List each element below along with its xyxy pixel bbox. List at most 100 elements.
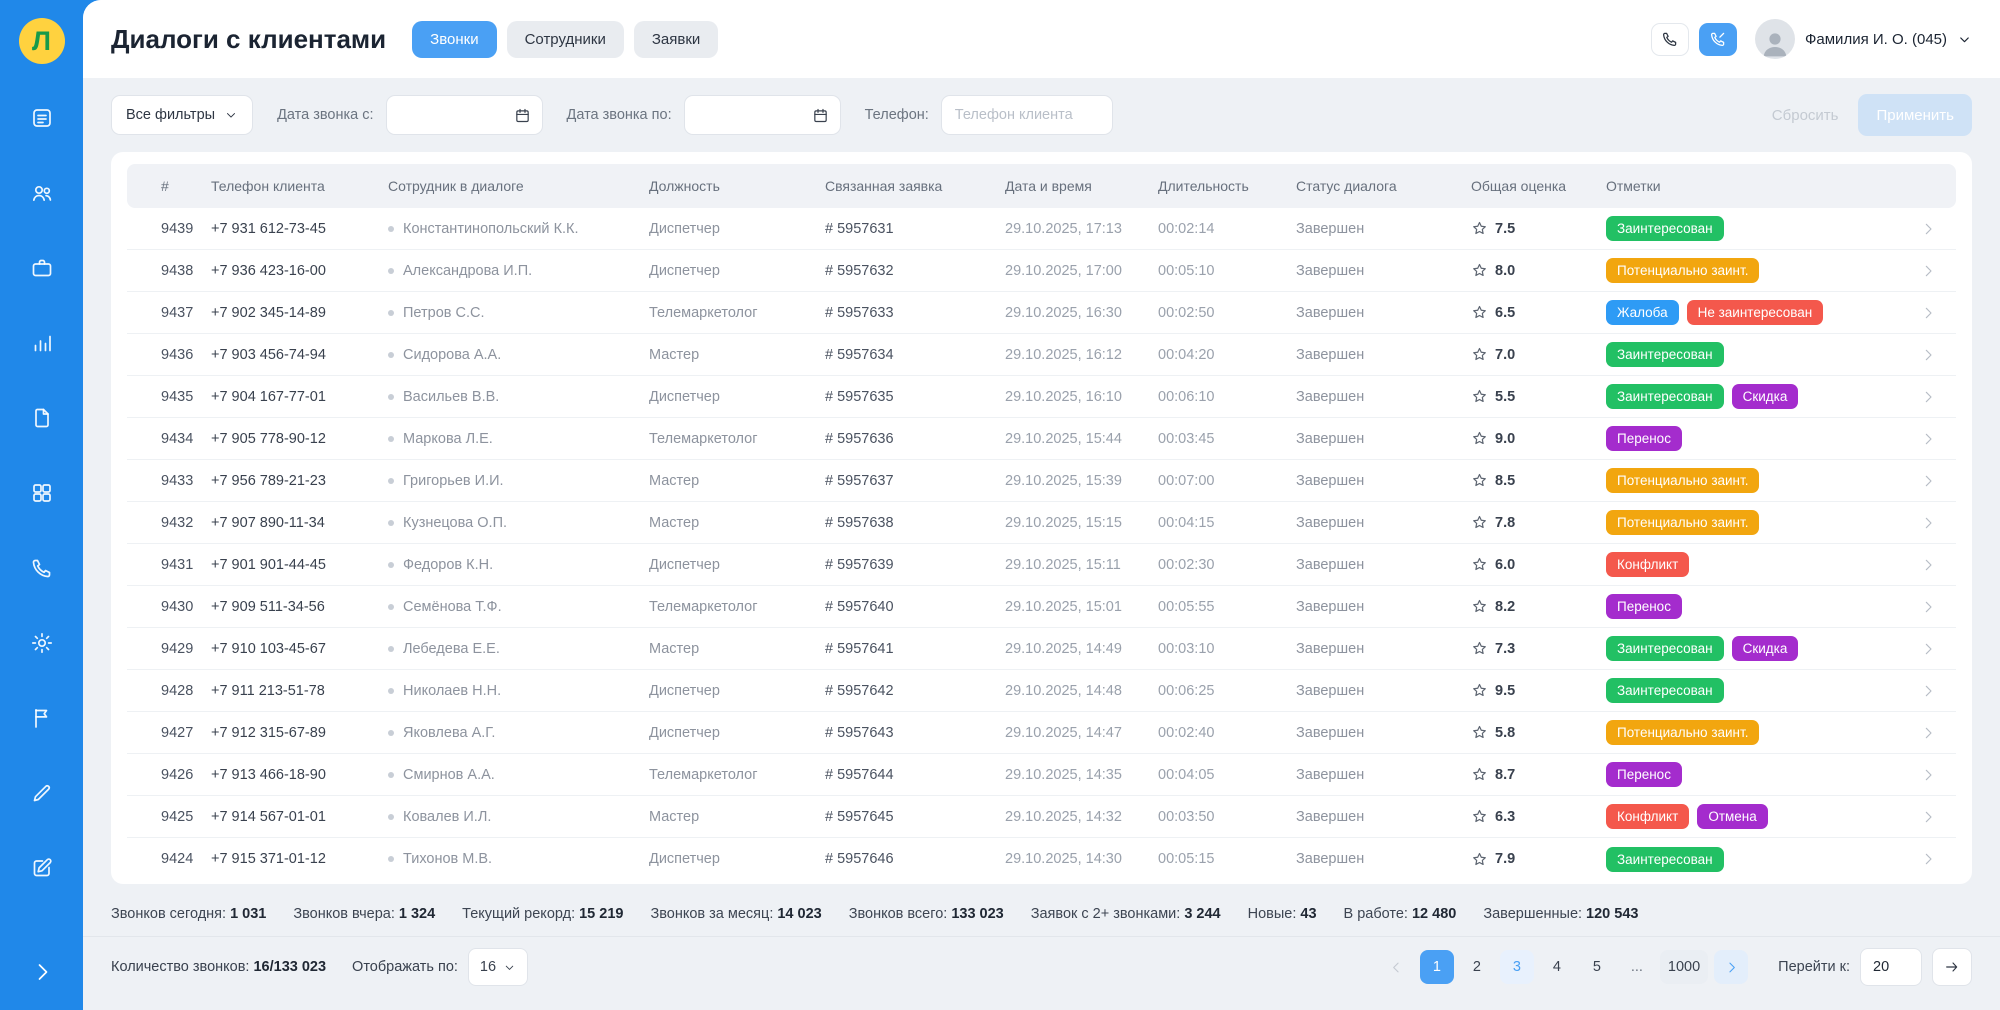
all-filters-button[interactable]: Все фильтры: [111, 95, 253, 135]
cell-status: Завершен: [1296, 515, 1471, 531]
page-button-3[interactable]: 3: [1500, 950, 1534, 984]
cell-tags: Заинтересован: [1606, 678, 1908, 703]
date-to-input[interactable]: [696, 106, 804, 124]
reset-button[interactable]: Сбросить: [1764, 97, 1847, 134]
sidebar-item-pen[interactable]: [30, 781, 54, 805]
row-chevron-icon[interactable]: [1908, 515, 1956, 531]
page-button-4[interactable]: 4: [1540, 950, 1574, 984]
calendar-icon[interactable]: [812, 107, 829, 124]
user-menu[interactable]: Фамилия И. О. (045): [1755, 19, 1972, 59]
table-row[interactable]: 9426+7 913 466-18-90Смирнов А.А.Телемарк…: [127, 754, 1956, 796]
page-button-5[interactable]: 5: [1580, 950, 1614, 984]
star-icon: [1471, 472, 1488, 489]
cell-datetime: 29.10.2025, 14:48: [1005, 683, 1158, 699]
sidebar-collapse-button[interactable]: [30, 960, 54, 984]
cell-ticket: # 5957638: [825, 515, 1005, 531]
per-page-select[interactable]: 16: [468, 948, 528, 986]
row-chevron-icon[interactable]: [1908, 641, 1956, 657]
row-chevron-icon[interactable]: [1908, 767, 1956, 783]
cell-status: Завершен: [1296, 389, 1471, 405]
column-header-6: Длительность: [1158, 178, 1296, 194]
table-row[interactable]: 9424+7 915 371-01-12Тихонов М.В.Диспетче…: [127, 838, 1956, 880]
table-row[interactable]: 9439+7 931 612-73-45Константинопольский …: [127, 208, 1956, 250]
tab-employees[interactable]: Сотрудники: [507, 21, 624, 58]
row-chevron-icon[interactable]: [1908, 347, 1956, 363]
table-row[interactable]: 9431+7 901 901-44-45Федоров К.Н.Диспетче…: [127, 544, 1956, 586]
sidebar-item-feed[interactable]: [30, 106, 54, 130]
table-row[interactable]: 9425+7 914 567-01-01Ковалев И.Л.Мастер# …: [127, 796, 1956, 838]
sidebar-item-briefcase[interactable]: [30, 256, 54, 280]
sidebar-item-gear[interactable]: [30, 631, 54, 655]
app-logo[interactable]: Л: [19, 18, 65, 64]
row-chevron-icon[interactable]: [1908, 263, 1956, 279]
page-button-2[interactable]: 2: [1460, 950, 1494, 984]
tag-badge: Скидка: [1732, 384, 1799, 409]
sidebar-item-phone[interactable]: [30, 556, 54, 580]
table-row[interactable]: 9434+7 905 778-90-12Маркова Л.Е.Телемарк…: [127, 418, 1956, 460]
apply-button[interactable]: Применить: [1858, 94, 1972, 136]
row-chevron-icon[interactable]: [1908, 683, 1956, 699]
table-row[interactable]: 9429+7 910 103-45-67Лебедева Е.Е.Мастер#…: [127, 628, 1956, 670]
table-row[interactable]: 9430+7 909 511-34-56Семёнова Т.Ф.Телемар…: [127, 586, 1956, 628]
prev-page-button[interactable]: [1380, 950, 1414, 984]
cell-duration: 00:02:40: [1158, 725, 1296, 741]
goto-page-input[interactable]: [1860, 948, 1922, 986]
sidebar-item-apps[interactable]: [30, 481, 54, 505]
row-chevron-icon[interactable]: [1908, 851, 1956, 867]
tag-badge: Потенциально заинт.: [1606, 720, 1759, 745]
table-row[interactable]: 9432+7 907 890-11-34Кузнецова О.П.Мастер…: [127, 502, 1956, 544]
table-row[interactable]: 9428+7 911 213-51-78Николаев Н.Н.Диспетч…: [127, 670, 1956, 712]
cell-row-id: 9430: [127, 599, 211, 615]
tag-badge: Конфликт: [1606, 804, 1689, 829]
row-chevron-icon[interactable]: [1908, 473, 1956, 489]
date-from-input[interactable]: [398, 106, 506, 124]
employee-status-dot: [388, 352, 394, 358]
stat-item: Звонков сегодня:1 031: [111, 906, 266, 922]
cell-tags: Заинтересован: [1606, 216, 1908, 241]
row-chevron-icon[interactable]: [1908, 809, 1956, 825]
cell-tags: Потенциально заинт.: [1606, 258, 1908, 283]
sidebar-item-document[interactable]: [30, 406, 54, 430]
row-chevron-icon[interactable]: [1908, 599, 1956, 615]
cell-position: Телемаркетолог: [649, 767, 825, 783]
row-chevron-icon[interactable]: [1908, 305, 1956, 321]
table-header-row: #Телефон клиентаСотрудник в диалогеДолжн…: [127, 164, 1956, 208]
cell-position: Мастер: [649, 641, 825, 657]
page-button-1000[interactable]: 1000: [1660, 950, 1708, 984]
phone-button[interactable]: [1651, 23, 1689, 56]
row-chevron-icon[interactable]: [1908, 389, 1956, 405]
sidebar-item-edit[interactable]: [30, 856, 54, 880]
tab-tickets[interactable]: Заявки: [634, 21, 718, 58]
table-row[interactable]: 9433+7 956 789-21-23Григорьев И.И.Мастер…: [127, 460, 1956, 502]
phone-filter-input[interactable]: [953, 106, 1101, 124]
row-chevron-icon[interactable]: [1908, 221, 1956, 237]
cell-rating: 7.0: [1471, 346, 1606, 363]
row-chevron-icon[interactable]: [1908, 725, 1956, 741]
next-page-button[interactable]: [1714, 950, 1748, 984]
table-row[interactable]: 9435+7 904 167-77-01Васильев В.В.Диспетч…: [127, 376, 1956, 418]
table-row[interactable]: 9436+7 903 456-74-94Сидорова А.А.Мастер#…: [127, 334, 1956, 376]
cell-row-id: 9429: [127, 641, 211, 657]
table-row[interactable]: 9427+7 912 315-67-89Яковлева А.Г.Диспетч…: [127, 712, 1956, 754]
table-row[interactable]: 9438+7 936 423-16-00Александрова И.П.Дис…: [127, 250, 1956, 292]
column-header-4: Связанная заявка: [825, 178, 1005, 194]
sidebar-item-users[interactable]: [30, 181, 54, 205]
sidebar-item-flag[interactable]: [30, 706, 54, 730]
table-body: 9439+7 931 612-73-45Константинопольский …: [127, 208, 1956, 880]
column-header-5: Дата и время: [1005, 178, 1158, 194]
page-button-1[interactable]: 1: [1420, 950, 1454, 984]
row-chevron-icon[interactable]: [1908, 557, 1956, 573]
tab-calls[interactable]: Звонки: [412, 21, 496, 58]
cell-rating: 8.0: [1471, 262, 1606, 279]
goto-page-label: Перейти к:: [1778, 959, 1850, 975]
sidebar-item-chart[interactable]: [30, 331, 54, 355]
calendar-icon[interactable]: [514, 107, 531, 124]
table-row[interactable]: 9437+7 902 345-14-89Петров С.С.Телемарке…: [127, 292, 1956, 334]
phone-off-button[interactable]: [1699, 23, 1737, 56]
row-chevron-icon[interactable]: [1908, 431, 1956, 447]
cell-row-id: 9424: [127, 851, 211, 867]
date-to-label: Дата звонка по:: [567, 107, 672, 123]
goto-page-button[interactable]: [1932, 948, 1972, 986]
cell-rating: 5.5: [1471, 388, 1606, 405]
cell-datetime: 29.10.2025, 16:10: [1005, 389, 1158, 405]
